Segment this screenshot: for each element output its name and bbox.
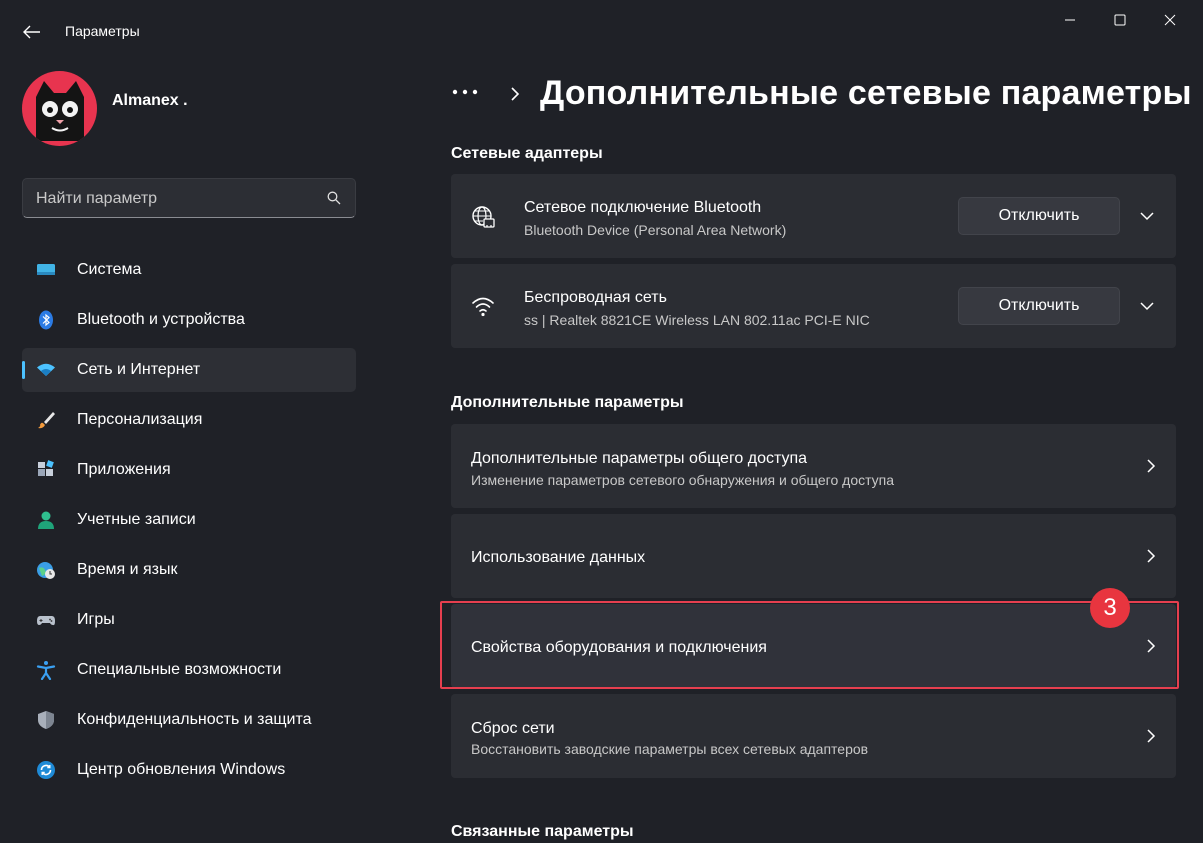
display-icon <box>37 264 55 275</box>
sidebar-item-label: Система <box>77 261 142 278</box>
search-input[interactable] <box>36 188 316 210</box>
network-globe-icon <box>472 206 495 228</box>
user-name[interactable]: Almanex . <box>112 92 188 110</box>
update-icon <box>37 761 55 779</box>
arrow-left-icon <box>23 25 40 39</box>
section-heading-advanced: Дополнительные параметры <box>451 394 684 411</box>
adapter-subtitle: Bluetooth Device (Personal Area Network) <box>524 222 787 238</box>
expand-button[interactable] <box>1134 293 1160 319</box>
page-title: Дополнительные сетевые параметры <box>540 74 1192 112</box>
minimize-icon <box>1065 19 1075 21</box>
sidebar-item-label: Игры <box>77 611 115 628</box>
chevron-down-icon <box>1140 212 1154 221</box>
sidebar-item-label: Приложения <box>77 461 171 478</box>
sidebar-item-label: Центр обновления Windows <box>77 761 286 778</box>
chevron-right-icon <box>1147 459 1156 473</box>
cat-avatar-icon <box>36 81 84 141</box>
wifi-icon <box>37 363 55 376</box>
card-title: Дополнительные параметры общего доступа <box>471 450 808 467</box>
sidebar-item-accessibility[interactable]: Специальные возможности <box>22 648 356 692</box>
sidebar-item-label: Время и язык <box>77 561 178 578</box>
gamepad-icon <box>37 616 55 626</box>
adapter-card-bluetooth[interactable]: Сетевое подключение Bluetooth Bluetooth … <box>451 174 1176 258</box>
section-heading-related: Связанные параметры <box>451 823 634 840</box>
accessibility-icon <box>36 661 56 680</box>
adapter-card-wireless[interactable]: Беспроводная сеть ss | Realtek 8821CE Wi… <box>451 264 1176 348</box>
minimize-button[interactable] <box>1047 8 1093 32</box>
sidebar-item-label: Персонализация <box>77 411 203 428</box>
breadcrumb-more-button[interactable] <box>452 82 482 102</box>
chevron-right-icon <box>1147 549 1156 563</box>
card-title: Использование данных <box>471 549 646 566</box>
sidebar-item-time-language[interactable]: Время и язык <box>22 548 356 592</box>
sidebar-item-label: Специальные возможности <box>77 661 282 678</box>
apps-icon <box>38 460 54 476</box>
expand-button[interactable] <box>1134 203 1160 229</box>
chevron-down-icon <box>1140 302 1154 311</box>
sidebar-item-apps[interactable]: Приложения <box>22 448 356 492</box>
sidebar-item-label: Сеть и Интернет <box>77 361 201 378</box>
sidebar-item-label: Учетные записи <box>77 511 196 528</box>
disable-button[interactable]: Отключить <box>958 197 1120 235</box>
search-box[interactable] <box>22 178 356 218</box>
active-indicator <box>22 361 25 379</box>
wifi-icon <box>472 297 494 317</box>
person-icon <box>38 511 54 529</box>
sidebar-item-network[interactable]: Сеть и Интернет <box>22 348 356 392</box>
disable-button[interactable]: Отключить <box>958 287 1120 325</box>
shield-icon <box>38 711 54 729</box>
card-subtitle: Восстановить заводские параметры всех се… <box>471 741 869 757</box>
adapter-title: Беспроводная сеть <box>524 289 667 306</box>
app-title: Параметры <box>65 23 140 39</box>
close-icon <box>1164 14 1176 26</box>
settings-card-network-reset[interactable]: Сброс сети Восстановить заводские параме… <box>451 694 1176 778</box>
back-button[interactable] <box>12 18 52 46</box>
card-title: Сброс сети <box>471 720 555 737</box>
sidebar-item-label: Конфиденциальность и защита <box>77 711 312 728</box>
sidebar-item-gaming[interactable]: Игры <box>22 598 356 642</box>
maximize-icon <box>1114 14 1126 26</box>
maximize-button[interactable] <box>1097 8 1143 32</box>
sidebar-item-label: Bluetooth и устройства <box>77 311 245 328</box>
search-icon <box>327 191 341 205</box>
brush-icon <box>38 412 55 429</box>
sidebar-item-windows-update[interactable]: Центр обновления Windows <box>22 748 356 792</box>
step-badge: 3 <box>1090 588 1130 628</box>
chevron-right-icon <box>1147 729 1156 743</box>
settings-card-sharing[interactable]: Дополнительные параметры общего доступа … <box>451 424 1176 508</box>
card-subtitle: Изменение параметров сетевого обнаружени… <box>471 472 895 488</box>
avatar[interactable] <box>22 71 97 146</box>
sidebar-item-system[interactable]: Система <box>22 248 356 292</box>
highlight-frame <box>440 601 1179 689</box>
settings-card-data-usage[interactable]: Использование данных <box>451 514 1176 598</box>
sidebar-item-bluetooth[interactable]: Bluetooth и устройства <box>22 298 356 342</box>
sidebar-item-accounts[interactable]: Учетные записи <box>22 498 356 542</box>
globe-clock-icon <box>37 562 55 579</box>
bluetooth-icon <box>39 310 53 330</box>
more-icon <box>452 89 478 95</box>
adapter-subtitle: ss | Realtek 8821CE Wireless LAN 802.11a… <box>524 312 870 328</box>
breadcrumb-chevron-icon <box>511 87 520 101</box>
section-heading-adapters: Сетевые адаптеры <box>451 145 603 162</box>
sidebar-item-privacy[interactable]: Конфиденциальность и защита <box>22 698 356 742</box>
adapter-title: Сетевое подключение Bluetooth <box>524 199 762 216</box>
sidebar-item-personalization[interactable]: Персонализация <box>22 398 356 442</box>
close-button[interactable] <box>1147 8 1193 32</box>
